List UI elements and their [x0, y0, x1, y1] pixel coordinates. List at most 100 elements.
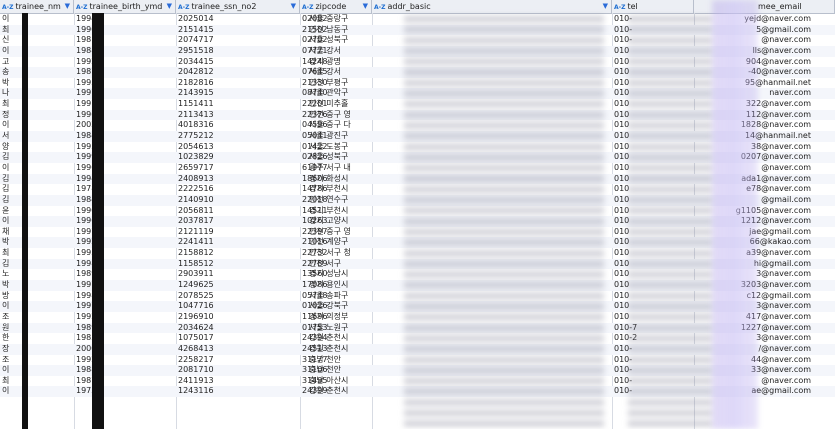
cell-addr[interactable]: 서울 중랑구: [307, 14, 403, 25]
cell-addr[interactable]: 경기 화성시: [307, 174, 403, 185]
cell-addr[interactable]: 인천 부평구: [307, 78, 403, 89]
cell-addr[interactable]: 인천 중구 영: [307, 227, 403, 238]
cell-ssn[interactable]: 4018316: [176, 120, 246, 131]
cell-ssn[interactable]: 2054613: [176, 142, 246, 153]
cell-ssn[interactable]: 2081710: [176, 365, 246, 376]
cell-ssn[interactable]: 2034624: [176, 323, 246, 334]
cell-name[interactable]: 최: [0, 248, 22, 259]
cell-addr[interactable]: 서울 성북구: [307, 35, 403, 46]
cell-name[interactable]: 김: [0, 184, 22, 195]
cell-ssn[interactable]: 2903911: [176, 269, 246, 280]
cell-addr[interactable]: 서울 강서: [307, 67, 403, 78]
cell-name[interactable]: 이: [0, 386, 22, 397]
cell-name[interactable]: 김: [0, 259, 22, 270]
cell-birth[interactable]: 1995: [74, 78, 144, 89]
cell-ssn[interactable]: 1151411: [176, 99, 246, 110]
cell-name[interactable]: 김: [0, 152, 22, 163]
cell-birth[interactable]: 1992: [74, 355, 144, 366]
cell-name[interactable]: 나: [0, 88, 22, 99]
cell-birth[interactable]: 1998: [74, 291, 144, 302]
cell-name[interactable]: 최: [0, 25, 22, 36]
dropdown-arrow-icon[interactable]: ▼: [65, 0, 70, 13]
cell-birth[interactable]: 1995: [74, 248, 144, 259]
cell-ssn[interactable]: 2078525: [176, 291, 246, 302]
cell-name[interactable]: 김: [0, 195, 22, 206]
cell-birth[interactable]: 1996: [74, 110, 144, 121]
cell-birth[interactable]: 1998: [74, 259, 144, 270]
cell-addr[interactable]: 경기 광명: [307, 57, 403, 68]
cell-birth[interactable]: 1992: [74, 312, 144, 323]
cell-addr[interactable]: 강원 춘천시: [307, 333, 403, 344]
cell-birth[interactable]: 1997: [74, 280, 144, 291]
cell-addr[interactable]: 인천 계양구: [307, 237, 403, 248]
cell-addr[interactable]: 광주 서구 내: [307, 163, 403, 174]
cell-name[interactable]: 노: [0, 269, 22, 280]
cell-ssn[interactable]: 2241411: [176, 237, 246, 248]
cell-addr[interactable]: 경기 용인시: [307, 280, 403, 291]
cell-ssn[interactable]: 2158812: [176, 248, 246, 259]
cell-birth[interactable]: 1996: [74, 163, 144, 174]
cell-name[interactable]: 조: [0, 312, 22, 323]
cell-addr[interactable]: 경기 성남시: [307, 269, 403, 280]
cell-addr[interactable]: 서울 광진구: [307, 131, 403, 142]
cell-name[interactable]: 이: [0, 365, 22, 376]
cell-ssn[interactable]: 2074717: [176, 35, 246, 46]
header-tel[interactable]: A-Z tel: [612, 0, 694, 13]
cell-birth[interactable]: 1981: [74, 35, 144, 46]
cell-addr[interactable]: 충남 천안: [307, 365, 403, 376]
cell-ssn[interactable]: 2113413: [176, 110, 246, 121]
cell-birth[interactable]: 1997: [74, 301, 144, 312]
cell-addr[interactable]: 인천 서구: [307, 259, 403, 270]
cell-ssn[interactable]: 1158512: [176, 259, 246, 270]
cell-birth[interactable]: 1983: [74, 333, 144, 344]
dropdown-arrow-icon[interactable]: ▼: [291, 0, 296, 13]
cell-birth[interactable]: 1984: [74, 131, 144, 142]
cell-name[interactable]: 정: [0, 110, 22, 121]
cell-addr[interactable]: 서울 강서: [307, 46, 403, 57]
dropdown-arrow-icon[interactable]: ▼: [603, 0, 608, 13]
cell-name[interactable]: 이: [0, 120, 22, 131]
cell-birth[interactable]: 1984: [74, 195, 144, 206]
cell-name[interactable]: 조: [0, 355, 22, 366]
cell-birth[interactable]: 1997: [74, 227, 144, 238]
cell-ssn[interactable]: 2151415: [176, 25, 246, 36]
cell-birth[interactable]: 1978: [74, 184, 144, 195]
cell-ssn[interactable]: 2143915: [176, 88, 246, 99]
cell-addr[interactable]: 강원 춘천시: [307, 386, 403, 397]
cell-name[interactable]: 윤: [0, 206, 22, 217]
header-trainee-birth-ymd[interactable]: A-Z trainee_birth_ymd ▼: [74, 0, 176, 13]
cell-ssn[interactable]: 1243116: [176, 386, 246, 397]
cell-birth[interactable]: 1990: [74, 206, 144, 217]
cell-addr[interactable]: 충남 아산시: [307, 376, 403, 387]
cell-addr[interactable]: 서울 노원구: [307, 323, 403, 334]
cell-name[interactable]: 박: [0, 237, 22, 248]
cell-birth[interactable]: 1987: [74, 376, 144, 387]
cell-name[interactable]: 장: [0, 344, 22, 355]
header-trainee-nm[interactable]: A-Z trainee_nm ▼: [0, 0, 74, 13]
cell-ssn[interactable]: 2659717: [176, 163, 246, 174]
cell-addr[interactable]: 강원 춘천시: [307, 344, 403, 355]
cell-ssn[interactable]: 1047716: [176, 301, 246, 312]
cell-birth[interactable]: 1996: [74, 216, 144, 227]
cell-name[interactable]: 송: [0, 67, 22, 78]
cell-birth[interactable]: 1999: [74, 152, 144, 163]
cell-birth[interactable]: 1992: [74, 237, 144, 248]
header-zipcode[interactable]: A-Z zipcode ▼: [300, 0, 372, 13]
cell-addr[interactable]: 경기 고양시: [307, 216, 403, 227]
cell-ssn[interactable]: 2775212: [176, 131, 246, 142]
cell-name[interactable]: 이: [0, 301, 22, 312]
cell-ssn[interactable]: 2140910: [176, 195, 246, 206]
cell-addr[interactable]: 서울 도봉구: [307, 142, 403, 153]
cell-name[interactable]: 신: [0, 35, 22, 46]
cell-addr[interactable]: 서울 강북구: [307, 301, 403, 312]
cell-ssn[interactable]: 2025014: [176, 14, 246, 25]
header-addr-basic[interactable]: A-Z addr_basic ▼: [372, 0, 612, 13]
cell-ssn[interactable]: 2258217: [176, 355, 246, 366]
cell-birth[interactable]: 1988: [74, 365, 144, 376]
cell-ssn[interactable]: 2951518: [176, 46, 246, 57]
cell-name[interactable]: 이: [0, 216, 22, 227]
cell-addr[interactable]: 인천 연수구: [307, 195, 403, 206]
cell-name[interactable]: 이: [0, 46, 22, 57]
cell-ssn[interactable]: 2222516: [176, 184, 246, 195]
cell-name[interactable]: 고: [0, 57, 22, 68]
